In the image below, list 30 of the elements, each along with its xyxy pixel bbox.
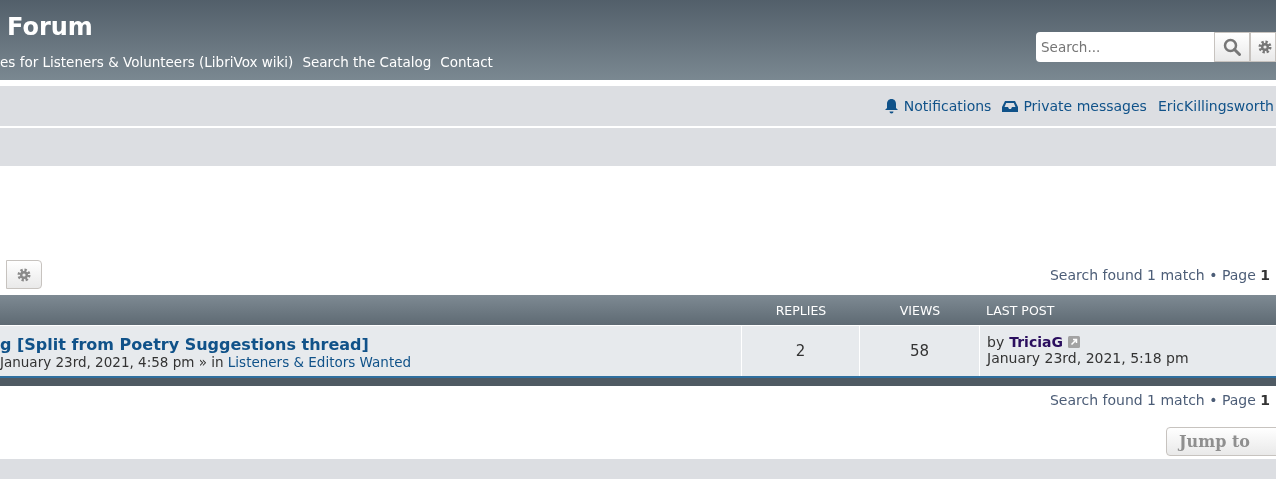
column-header: LAST POST: [985, 302, 1056, 318]
topic-title-link[interactable]: g [Split from Poetry Suggestions thread]: [0, 335, 741, 354]
gear-icon: [16, 266, 32, 283]
gear-icon: [1257, 39, 1273, 55]
views-count: 58: [860, 326, 980, 376]
inbox-icon: [1002, 99, 1019, 113]
column-header: REPLIES: [774, 302, 828, 318]
forum-link[interactable]: Listeners & Editors Wanted: [227, 354, 412, 370]
replies-count: 2: [742, 326, 860, 376]
notifications-link[interactable]: Notifications: [883, 98, 992, 114]
topic-meta: January 23rd, 2021, 4:58 pm » in: [0, 354, 224, 370]
messages-link[interactable]: Private messages: [1002, 98, 1147, 114]
advanced-search-button[interactable]: [1250, 32, 1276, 62]
search-icon: [1223, 38, 1241, 56]
user-link[interactable]: EricKillingsworth: [1157, 98, 1274, 114]
search-field[interactable]: Search...: [1036, 32, 1214, 62]
last-post-time: January 23rd, 2021, 5:18 pm: [987, 350, 1190, 366]
header-link[interactable]: es for Listeners & Volunteers (LibriVox wiki): [0, 54, 294, 70]
header-link[interactable]: Search the Catalog: [302, 54, 432, 70]
header-link[interactable]: Contact: [440, 54, 493, 70]
site-title: Forum: [6, 12, 94, 43]
search-button[interactable]: [1214, 32, 1250, 62]
pagination-info: Search found 1 match • Page 1: [1050, 392, 1270, 410]
column-header: VIEWS: [898, 302, 942, 318]
bell-icon: [883, 98, 899, 114]
tools-button[interactable]: [6, 260, 42, 289]
last-post-by: by: [987, 334, 1005, 350]
goto-post-icon[interactable]: [1067, 336, 1080, 348]
username-link[interactable]: TriciaG: [1009, 334, 1063, 350]
pagination-info: Search found 1 match • Page 1: [1050, 266, 1270, 283]
